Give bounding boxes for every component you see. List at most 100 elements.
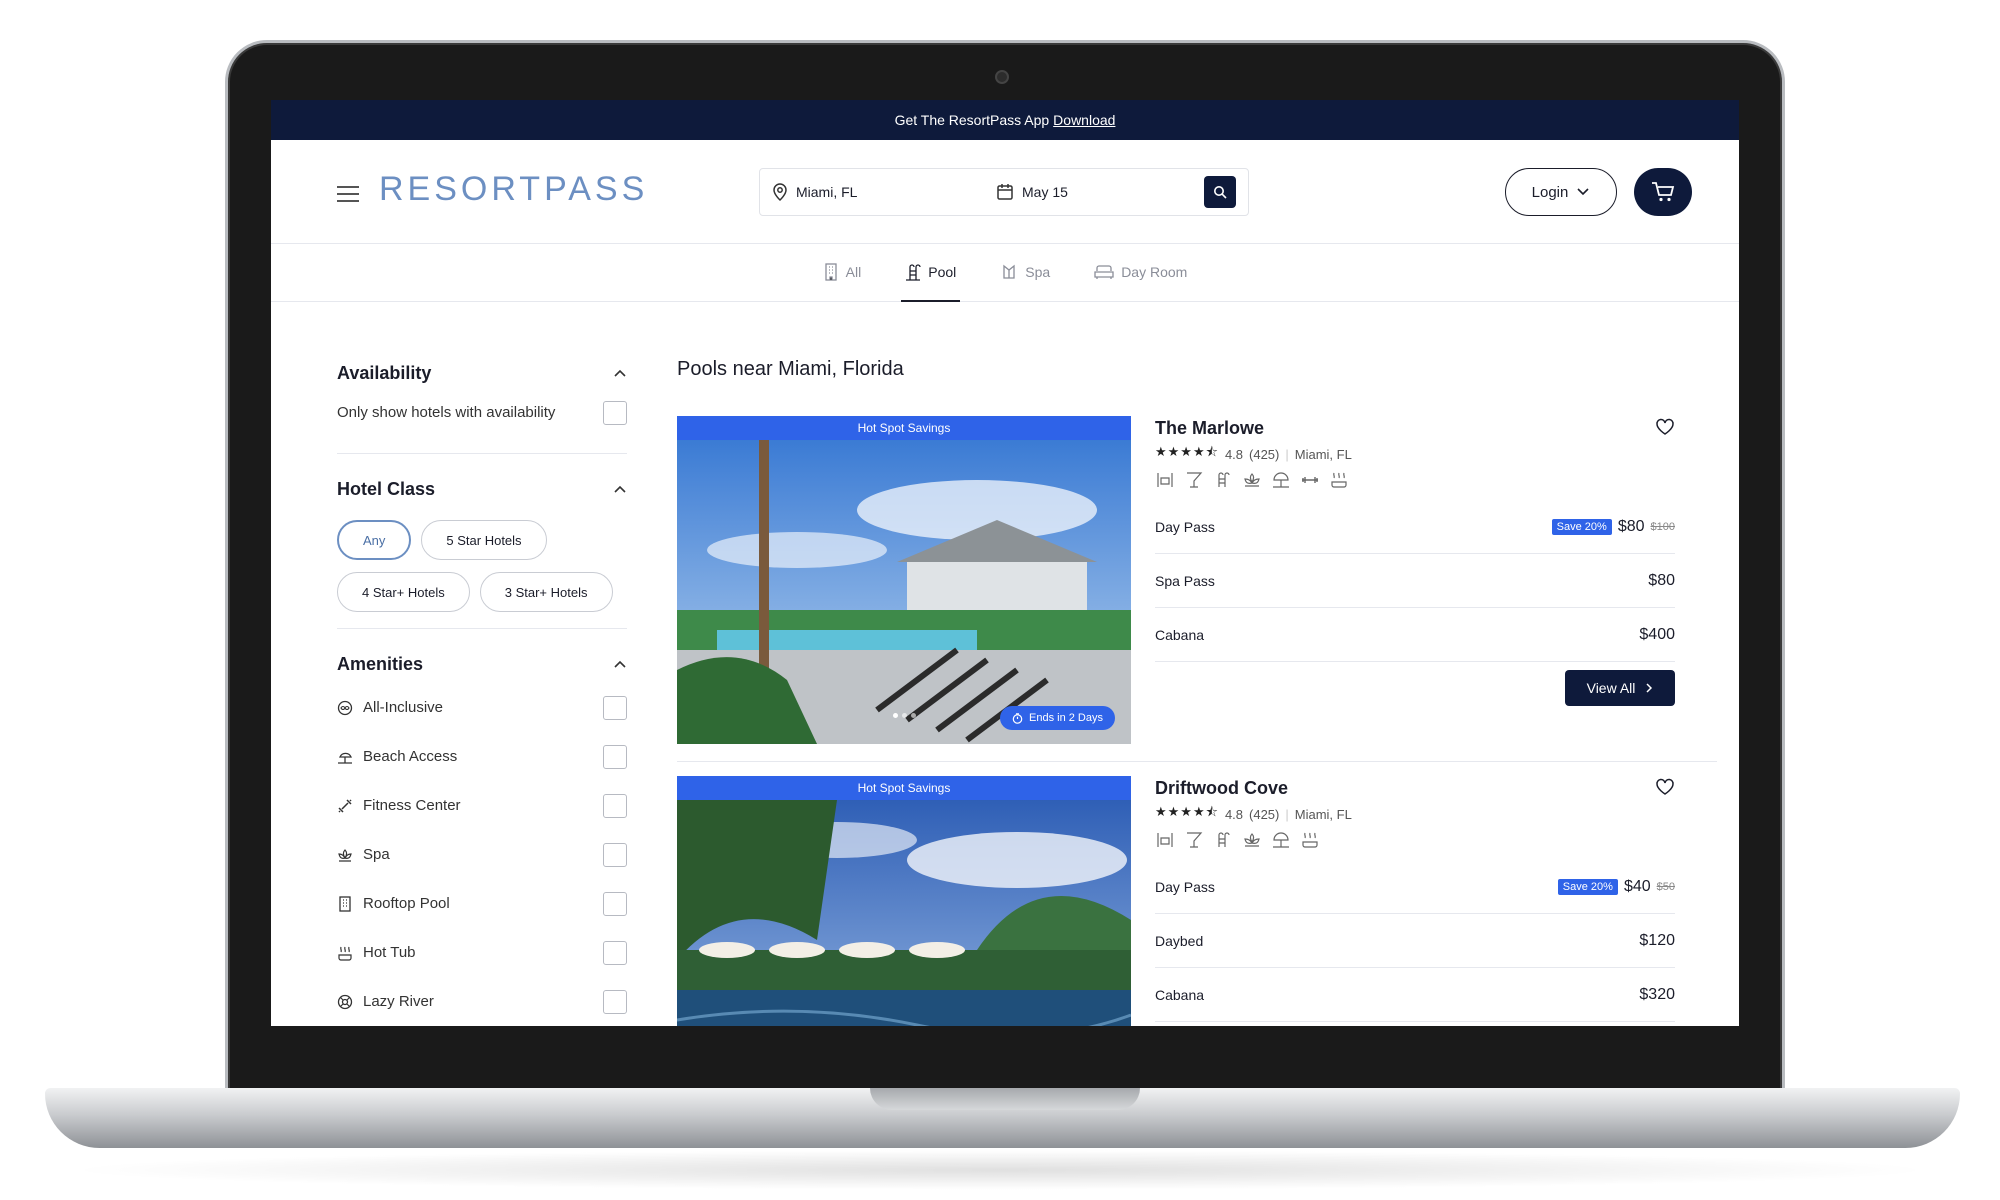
hamburger-menu-icon[interactable] <box>337 186 359 202</box>
amenity-checkbox[interactable] <box>603 695 627 720</box>
class-option-any[interactable]: Any <box>337 520 412 560</box>
class-option-4-star[interactable]: 4 Star+ Hotels <box>337 572 470 612</box>
view-all-button[interactable]: View All <box>1565 670 1675 706</box>
amenity-checkbox[interactable] <box>603 940 627 965</box>
amenity-checkbox[interactable] <box>603 793 627 818</box>
hotel-name[interactable]: Driftwood Cove <box>1155 778 1288 804</box>
price-value: $120 <box>1639 931 1675 949</box>
hotel-card[interactable]: Hot Spot Savings <box>677 776 1717 1026</box>
login-button[interactable]: Login <box>1505 168 1617 216</box>
cart-button[interactable] <box>1634 168 1692 216</box>
chevron-right-icon <box>1646 683 1653 693</box>
cart-icon <box>1652 182 1675 202</box>
amenity-checkbox[interactable] <box>603 891 627 916</box>
class-option-5-star[interactable]: 5 Star Hotels <box>421 520 547 560</box>
pool-ladder-icon <box>906 264 921 281</box>
product-name: Daybed <box>1155 932 1204 949</box>
hotel-name-row: The Marlowe <box>1155 418 1675 444</box>
divider <box>337 628 627 629</box>
sofa-icon <box>1094 265 1114 279</box>
search-button[interactable] <box>1204 176 1236 208</box>
hotel-info: The Marlowe ★★★★⯪ 4.8 (425) | Miami, FL <box>1155 416 1675 706</box>
date-value: May 15 <box>1022 184 1068 200</box>
hotel-photo[interactable]: Hot Spot Savings <box>677 416 1131 744</box>
product-name: Cabana <box>1155 986 1205 1003</box>
hotel-city: Miami, FL <box>1294 806 1352 822</box>
divider <box>337 453 627 454</box>
amenity-beach-access: Beach Access <box>337 732 627 781</box>
amenities-header[interactable]: Amenities <box>337 649 627 679</box>
map-pin-icon <box>773 183 787 201</box>
amenity-checkbox[interactable] <box>603 744 627 769</box>
search-icon <box>1214 186 1227 199</box>
hotel-card[interactable]: Hot Spot Savings <box>677 416 1717 762</box>
laptop-notch <box>870 1088 1140 1110</box>
tab-spa[interactable]: Spa <box>996 244 1054 302</box>
calendar-icon <box>997 184 1013 200</box>
product-name: Spa Pass <box>1155 572 1215 589</box>
price-value: $400 <box>1639 625 1675 643</box>
amenity-icons <box>1155 830 1675 850</box>
availability-checkbox[interactable] <box>603 400 627 425</box>
amenity-icons <box>1155 470 1675 490</box>
availability-label: Only show hotels with availability <box>337 404 556 421</box>
hotel-photo[interactable]: Hot Spot Savings <box>677 776 1131 1026</box>
login-label: Login <box>1531 183 1569 201</box>
amenity-label: Beach Access <box>363 748 458 765</box>
amenity-label: All-Inclusive <box>363 699 444 716</box>
hotel-class-header[interactable]: Hotel Class <box>337 474 627 504</box>
availability-header[interactable]: Availability <box>337 358 627 388</box>
product-row[interactable]: Daybed $120 <box>1155 914 1675 968</box>
price-value: $80 <box>1648 571 1675 589</box>
lotus-icon <box>1244 833 1260 847</box>
results-list: Pools near Miami, Florida Hot Spot Savin… <box>677 358 1717 1026</box>
heart-icon[interactable] <box>1655 778 1675 796</box>
product-row[interactable]: Spa Pass $80 <box>1155 554 1675 608</box>
tab-pool[interactable]: Pool <box>901 244 961 302</box>
hotel-meta: ★★★★⯪ 4.8 (425) | Miami, FL <box>1155 804 1675 824</box>
search-bar: Miami, FL May 15 <box>759 168 1249 216</box>
hot-tub-icon <box>1331 472 1347 488</box>
pool-ladder-icon <box>1218 832 1230 847</box>
chevron-up-icon[interactable] <box>613 484 627 494</box>
tab-day-room[interactable]: Day Room <box>1090 244 1191 302</box>
location-field[interactable]: Miami, FL <box>760 183 996 201</box>
hotel-name[interactable]: The Marlowe <box>1155 418 1264 444</box>
product-row[interactable]: Cabana $320 <box>1155 968 1675 1022</box>
beach-icon <box>338 752 352 764</box>
heart-icon[interactable] <box>1655 418 1675 436</box>
save-badge: Save 20% <box>1557 878 1618 895</box>
date-field[interactable]: May 15 <box>996 183 1204 201</box>
separator: | <box>1285 806 1289 822</box>
chevron-down-icon <box>1577 188 1589 196</box>
amenity-label: Spa <box>363 846 390 863</box>
amenity-lazy-river: Lazy River <box>337 977 627 1026</box>
amenity-checkbox[interactable] <box>603 842 627 867</box>
amenity-checkbox[interactable] <box>603 989 627 1014</box>
product-row[interactable]: Day Pass Save 20% $80 $100 <box>1155 500 1675 554</box>
hot-spot-badge: Hot Spot Savings <box>677 416 1131 440</box>
amenity-label: Rooftop Pool <box>363 895 450 912</box>
carousel-dots[interactable] <box>893 713 916 718</box>
download-link[interactable]: Download <box>1053 112 1115 128</box>
product-row[interactable]: Cabana $400 <box>1155 608 1675 662</box>
class-option-3-star[interactable]: 3 Star+ Hotels <box>479 572 613 612</box>
dumbbell-icon <box>1302 477 1318 483</box>
chevron-up-icon[interactable] <box>613 659 627 669</box>
amenity-label: Hot Tub <box>363 944 416 961</box>
laptop-shadow <box>60 1150 1940 1190</box>
tab-all[interactable]: All <box>819 244 866 302</box>
lotus-icon <box>1244 473 1260 487</box>
rating-value: 4.8 <box>1224 806 1244 822</box>
hotel-class-options: Any 5 Star Hotels 4 Star+ Hotels 3 Star+… <box>337 520 627 612</box>
tube-icon <box>337 994 353 1009</box>
price-value: $80 <box>1617 517 1645 535</box>
logo[interactable]: RESORTPASS <box>379 170 648 209</box>
site-header: RESORTPASS Miami, FL May 15 Login <box>271 140 1739 244</box>
filter-sidebar: Availability Only show hotels with avail… <box>337 358 627 1026</box>
product-row[interactable]: Day Pass Save 20% $40 $50 <box>1155 860 1675 914</box>
chevron-up-icon[interactable] <box>613 368 627 378</box>
category-tabs: All Pool Spa Day Room <box>271 244 1739 302</box>
availability-title: Availability <box>337 362 432 383</box>
view-all-label: View All <box>1586 680 1636 696</box>
